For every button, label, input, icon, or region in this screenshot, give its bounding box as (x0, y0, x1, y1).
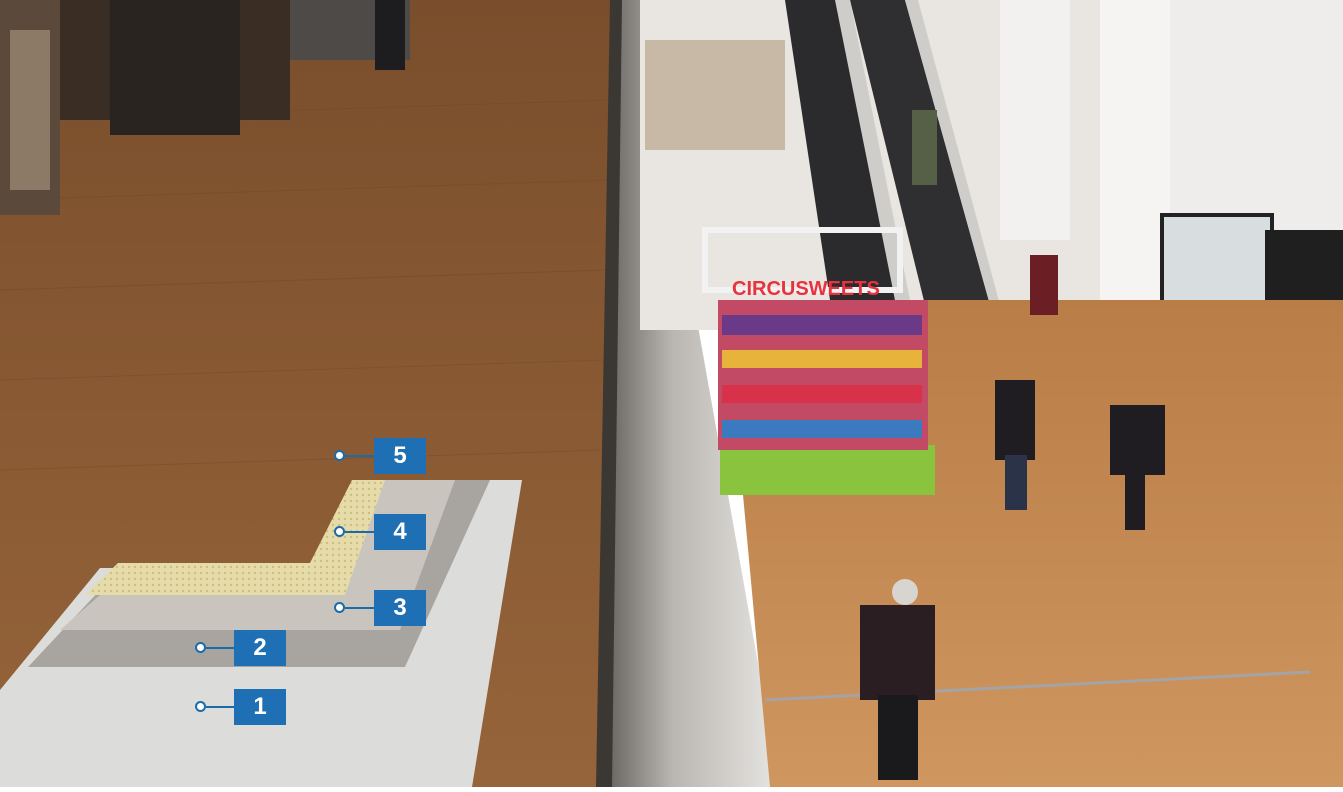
marker-line (206, 706, 234, 708)
marker-line (345, 607, 374, 609)
layer-marker-2: 2 (195, 630, 286, 666)
marker-line (345, 531, 374, 533)
layer-marker-1: 1 (195, 689, 286, 725)
layer-number-badge: 3 (374, 590, 426, 626)
marker-dot (195, 701, 206, 712)
layer-number-badge: 1 (234, 689, 286, 725)
layer-marker-4: 4 (334, 514, 426, 550)
layer-number-badge: 5 (374, 438, 426, 474)
layer-number-badge: 4 (374, 514, 426, 550)
layer-number-badge: 2 (234, 630, 286, 666)
marker-dot (334, 602, 345, 613)
marker-dot (334, 450, 345, 461)
photo-illustration: CIRCUSWEETS (0, 0, 1343, 787)
layer-marker-3: 3 (334, 590, 426, 626)
kiosk-sign: CIRCUSWEETS (732, 278, 880, 300)
marker-line (345, 455, 374, 457)
layer-marker-5: 5 (334, 438, 426, 474)
marker-dot (195, 642, 206, 653)
marker-line (206, 647, 234, 649)
marker-dot (334, 526, 345, 537)
mall-floor-photo: CIRCUSWEETS (0, 0, 1343, 787)
